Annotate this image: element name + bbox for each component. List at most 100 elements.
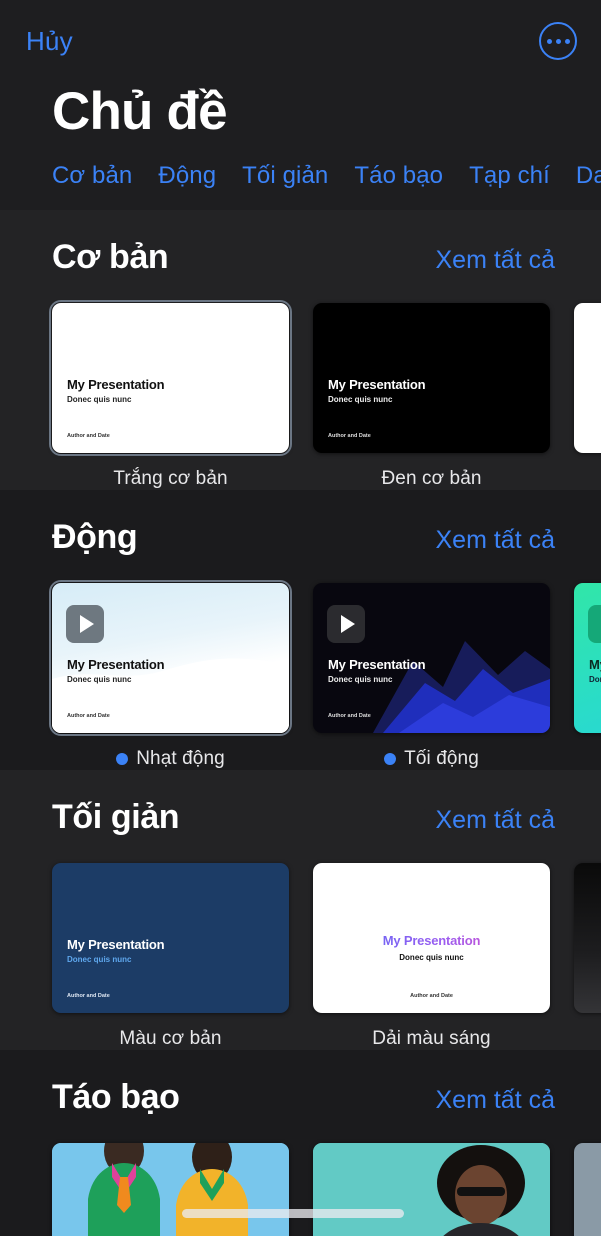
slide-title: My Presentation <box>589 656 601 672</box>
slide-title: My Presentation <box>328 376 426 392</box>
see-all-button[interactable]: Xem tất cả <box>436 526 556 555</box>
theme-card[interactable]: My Presentation Donec quis nunc Author a… <box>49 579 292 770</box>
page-title: Chủ đề <box>0 82 601 156</box>
theme-name: Trắng cơ bản <box>113 467 228 489</box>
slide-preview: My Presentation Donec quis nunc Author a… <box>52 303 289 453</box>
slide-preview: My Presentation Donec quis nunc Author a… <box>52 863 289 1013</box>
slide-title: My Presentation <box>67 376 165 392</box>
top-bar: Hủy <box>0 0 601 82</box>
tab-co-ban[interactable]: Cơ bản <box>52 162 132 190</box>
theme-card[interactable]: My Presentation Donec quis nunc Author a… <box>52 862 289 1050</box>
theme-thumbnail-dark-gradient-partial[interactable] <box>574 862 601 1013</box>
photo-person <box>313 1142 550 1236</box>
theme-thumbnail-navy[interactable]: My Presentation Donec quis nunc Author a… <box>52 862 289 1013</box>
section-title: Táo bạo <box>52 1077 180 1116</box>
slide-preview: My Presentation Donec quis nunc Author a… <box>52 583 289 733</box>
theme-thumbnail-photo-teal[interactable] <box>313 1142 550 1236</box>
tab-tao-bao[interactable]: Táo bạo <box>354 162 443 190</box>
see-all-button[interactable]: Xem tất cả <box>436 246 556 275</box>
theme-name: Màu cơ bản <box>119 1027 222 1049</box>
slide-subtitle: Donec quis nunc <box>399 952 464 962</box>
theme-card-partial[interactable] <box>574 302 601 490</box>
slide-title: My Presentation <box>328 656 426 672</box>
section-header: Tối giản Xem tất cả <box>0 770 601 837</box>
theme-thumbnail-photo-partial[interactable] <box>574 1142 601 1236</box>
slide-preview: My Presentation Donec quis nunc Author a… <box>313 583 550 733</box>
section-title: Động <box>52 517 138 556</box>
section-title: Cơ bản <box>52 237 169 276</box>
theme-thumbnail-dark-animated[interactable]: My Presentation Donec quis nunc Author a… <box>313 582 550 733</box>
theme-caption: Trắng cơ bản <box>52 468 289 490</box>
dot-1 <box>546 38 552 44</box>
theme-card[interactable]: My Presentation Donec quis nunc Author a… <box>313 302 550 490</box>
theme-card[interactable] <box>52 1142 289 1236</box>
theme-card[interactable]: My Presentation Donec quis nunc Author a… <box>313 582 550 770</box>
ellipsis-circle-icon[interactable] <box>539 22 577 60</box>
theme-row[interactable] <box>0 1117 601 1236</box>
see-all-button[interactable]: Xem tất cả <box>436 1086 556 1115</box>
theme-caption: Dải màu sáng <box>313 1028 550 1050</box>
slide-footer: Author and Date <box>410 992 453 999</box>
slide-subtitle: Donec quis nunc <box>67 674 132 684</box>
theme-card-partial[interactable]: My Presentation Donec quis nunc <box>574 582 601 770</box>
theme-card-partial[interactable] <box>574 1142 601 1236</box>
slide-subtitle: Donec quis nunc <box>328 394 393 404</box>
slide-title: My Presentation <box>67 936 165 952</box>
theme-name: Dải màu sáng <box>372 1027 491 1049</box>
dot-2 <box>555 38 561 44</box>
section-toi-gian: Tối giản Xem tất cả My Presentation Done… <box>0 769 601 1050</box>
section-dong: Động Xem tất cả My Presentation Donec qu… <box>0 489 601 770</box>
see-all-button[interactable]: Xem tất cả <box>436 806 556 835</box>
section-header: Động Xem tất cả <box>0 490 601 557</box>
theme-thumbnail-white[interactable]: My Presentation Donec quis nunc Author a… <box>49 299 292 456</box>
theme-thumbnail-black[interactable]: My Presentation Donec quis nunc Author a… <box>313 302 550 453</box>
section-co-ban: Cơ bản Xem tất cả My Presentation Donec … <box>0 209 601 490</box>
slide-footer: Author and Date <box>328 432 371 439</box>
slide-title: My Presentation <box>313 933 550 948</box>
theme-row[interactable]: My Presentation Donec quis nunc Author a… <box>0 277 601 490</box>
slide-footer: Author and Date <box>328 712 371 719</box>
theme-thumbnail-teal-partial[interactable]: My Presentation Donec quis nunc <box>574 582 601 733</box>
tab-dong[interactable]: Động <box>158 162 216 190</box>
theme-card[interactable] <box>313 1142 550 1236</box>
dot-3 <box>564 38 570 44</box>
section-header: Táo bạo Xem tất cả <box>0 1050 601 1117</box>
slide-footer: Author and Date <box>67 992 110 999</box>
theme-thumbnail-white-partial[interactable] <box>574 302 601 453</box>
slide-preview: My Presentation Donec quis nunc Author a… <box>313 863 550 1013</box>
photo-people <box>52 1142 289 1236</box>
theme-thumbnail-light-gradient[interactable]: My Presentation Donec quis nunc Author a… <box>313 862 550 1013</box>
slide-footer: Author and Date <box>67 432 110 439</box>
tab-da[interactable]: Da <box>576 162 601 190</box>
category-tabs[interactable]: Cơ bản Động Tối giản Táo bạo Tạp chí Da <box>0 155 601 210</box>
horizontal-scrollbar[interactable] <box>182 1209 404 1218</box>
theme-row[interactable]: My Presentation Donec quis nunc Author a… <box>0 837 601 1050</box>
theme-name: Nhạt động <box>136 747 225 769</box>
theme-caption: Nhạt động <box>52 748 289 770</box>
theme-caption: Tối động <box>313 748 550 770</box>
section-title: Tối giản <box>52 797 180 836</box>
theme-name: Đen cơ bản <box>381 467 482 489</box>
theme-name: Tối động <box>404 747 479 769</box>
theme-row[interactable]: My Presentation Donec quis nunc Author a… <box>0 557 601 770</box>
theme-thumbnail-photo-blue[interactable] <box>52 1142 289 1236</box>
theme-card-partial[interactable] <box>574 862 601 1050</box>
tab-tap-chi[interactable]: Tạp chí <box>469 162 550 190</box>
theme-caption: Màu cơ bản <box>52 1028 289 1050</box>
animated-badge-dot <box>116 752 129 765</box>
slide-preview: My Presentation Donec quis nunc <box>574 583 601 733</box>
tab-toi-gian[interactable]: Tối giản <box>242 162 328 190</box>
section-header: Cơ bản Xem tất cả <box>0 210 601 277</box>
theme-caption: Đen cơ bản <box>313 468 550 490</box>
slide-subtitle: Donec quis nunc <box>328 674 393 684</box>
theme-card[interactable]: My Presentation Donec quis nunc Author a… <box>49 299 292 490</box>
slide-subtitle: Donec quis nunc <box>589 674 601 684</box>
slide-subtitle: Donec quis nunc <box>67 954 132 964</box>
slide-preview: My Presentation Donec quis nunc Author a… <box>313 303 550 453</box>
cancel-button[interactable]: Hủy <box>26 26 73 57</box>
slide-footer: Author and Date <box>67 712 110 719</box>
slide-subtitle: Donec quis nunc <box>67 394 132 404</box>
theme-card[interactable]: My Presentation Donec quis nunc Author a… <box>313 862 550 1050</box>
animated-badge-dot <box>384 752 397 765</box>
theme-thumbnail-light-animated[interactable]: My Presentation Donec quis nunc Author a… <box>49 579 292 736</box>
